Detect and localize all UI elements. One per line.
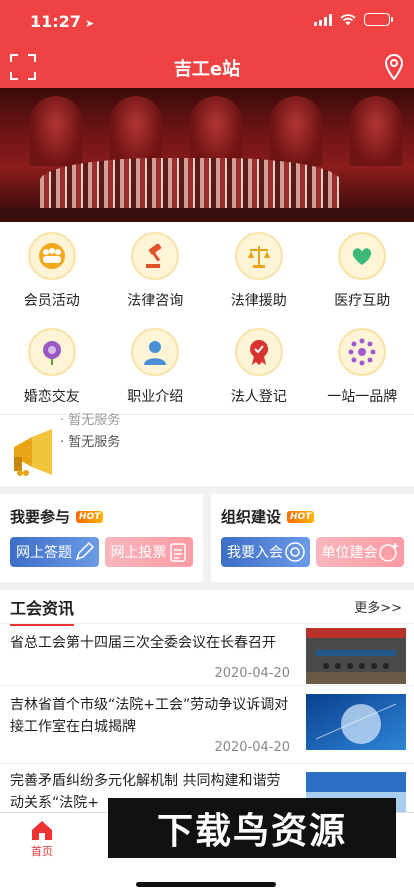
status-time: 11:27 ➤ — [30, 12, 94, 31]
battery-icon — [364, 13, 393, 26]
news-item-date: 2020-04-20 — [214, 666, 290, 681]
grid-label: 一站一品牌 — [327, 389, 398, 405]
news-item[interactable]: 省总工会第十四届三次全委会议在长春召开 2020-04-20 — [0, 624, 414, 686]
watermark-overlay: 下载鸟资源 — [108, 798, 396, 858]
news-thumbnail — [306, 694, 406, 750]
organize-card: 组织建设 HOT 我要入会 单位建会 — [211, 494, 414, 582]
wifi-icon — [340, 13, 356, 25]
heart-hands-icon — [338, 232, 387, 280]
app-screen: 11:27 ➤ 吉工e站 会员活动 法律咨询 法律援助 医疗互助 婚恋交友 职业… — [0, 0, 414, 896]
hot-badge: HOT — [76, 510, 104, 523]
page-title: 吉工e站 — [173, 59, 241, 80]
person-icon — [131, 328, 180, 376]
home-icon — [32, 821, 52, 840]
news-section: 工会资讯 更多>> 省总工会第十四届三次全委会议在长春召开 2020-04-20… — [0, 590, 414, 812]
button-label: 网上答题 — [16, 545, 72, 561]
news-item[interactable]: 吉林省首个市级“法院+工会”劳动争议诉调对接工作室在白城揭牌 2020-04-2… — [0, 686, 414, 764]
build-union-button[interactable]: 单位建会 — [315, 537, 404, 567]
network-icon — [338, 328, 387, 376]
notice-item: · 暂无服务 — [60, 435, 121, 450]
online-quiz-button[interactable]: 网上答题 — [10, 537, 99, 567]
news-item-date: 2020-04-20 — [214, 740, 290, 755]
home-indicator — [136, 882, 276, 887]
grid-item-brand[interactable]: 一站一品牌 — [311, 318, 414, 414]
union-emblem-icon — [284, 542, 305, 562]
status-time-text: 11:27 — [30, 12, 81, 31]
hot-badge: HOT — [287, 510, 315, 523]
grid-label: 法人登记 — [230, 389, 287, 405]
rose-icon — [27, 328, 76, 376]
grid-item-dating[interactable]: 婚恋交友 — [0, 318, 104, 414]
location-arrow-icon: ➤ — [84, 17, 95, 30]
tab-home[interactable]: 首页 — [22, 819, 62, 859]
megaphone-icon — [14, 429, 52, 476]
banner-image[interactable] — [0, 88, 414, 222]
news-title: 工会资讯 — [10, 595, 75, 626]
card-title: 我要参与 — [10, 508, 71, 526]
seal-icon — [234, 328, 283, 376]
notice-item: · 暂无服务 — [60, 413, 121, 428]
tab-home-label: 首页 — [31, 845, 53, 858]
grid-label: 法律援助 — [230, 293, 287, 309]
gavel-icon — [131, 232, 180, 280]
news-item-title: 吉林省首个市级“法院+工会”劳动争议诉调对接工作室在白城揭牌 — [10, 697, 289, 735]
grid-item-legal-aid[interactable]: 法律援助 — [207, 222, 311, 318]
service-grid: 会员活动 法律咨询 法律援助 医疗互助 婚恋交友 职业介绍 法人登记 一站一品牌 — [0, 222, 414, 414]
members-icon — [27, 232, 76, 280]
location-pin-icon[interactable] — [384, 54, 404, 80]
online-vote-button[interactable]: 网上投票 — [104, 537, 193, 567]
scales-icon — [234, 232, 283, 280]
signal-icon — [314, 13, 332, 26]
card-title: 组织建设 — [221, 508, 282, 526]
grid-item-registration[interactable]: 法人登记 — [207, 318, 311, 414]
join-union-button[interactable]: 我要入会 — [221, 537, 310, 567]
more-link[interactable]: 更多>> — [354, 597, 402, 616]
button-label: 单位建会 — [321, 545, 378, 561]
button-label: 我要入会 — [227, 545, 283, 561]
grid-label: 职业介绍 — [127, 389, 184, 405]
participate-card: 我要参与 HOT 网上答题 网上投票 — [0, 494, 203, 582]
top-bar: 11:27 ➤ 吉工e站 — [0, 0, 414, 88]
clipboard-icon — [170, 543, 186, 562]
status-icons — [314, 13, 393, 26]
grid-item-career[interactable]: 职业介绍 — [104, 318, 208, 414]
grid-item-legal-consult[interactable]: 法律咨询 — [104, 222, 208, 318]
pencil-icon — [75, 541, 94, 561]
grid-label: 法律咨询 — [127, 293, 184, 309]
grid-item-members[interactable]: 会员活动 — [0, 222, 104, 318]
feature-cards: 我要参与 HOT 网上答题 网上投票 组织建设 HOT 我要入会 单位建会 — [0, 494, 414, 582]
button-label: 网上投票 — [110, 545, 167, 561]
grid-label: 会员活动 — [23, 293, 80, 309]
news-item-title: 省总工会第十四届三次全委会议在长春召开 — [10, 635, 276, 651]
union-add-icon — [379, 543, 398, 562]
grid-label: 婚恋交友 — [23, 389, 80, 405]
grid-item-medical[interactable]: 医疗互助 — [311, 222, 414, 318]
news-thumbnail — [306, 628, 406, 684]
news-header: 工会资讯 更多>> — [0, 590, 414, 626]
grid-label: 医疗互助 — [334, 293, 391, 309]
notice-bar[interactable]: · 暂无服务 · 暂无服务 — [0, 413, 414, 486]
